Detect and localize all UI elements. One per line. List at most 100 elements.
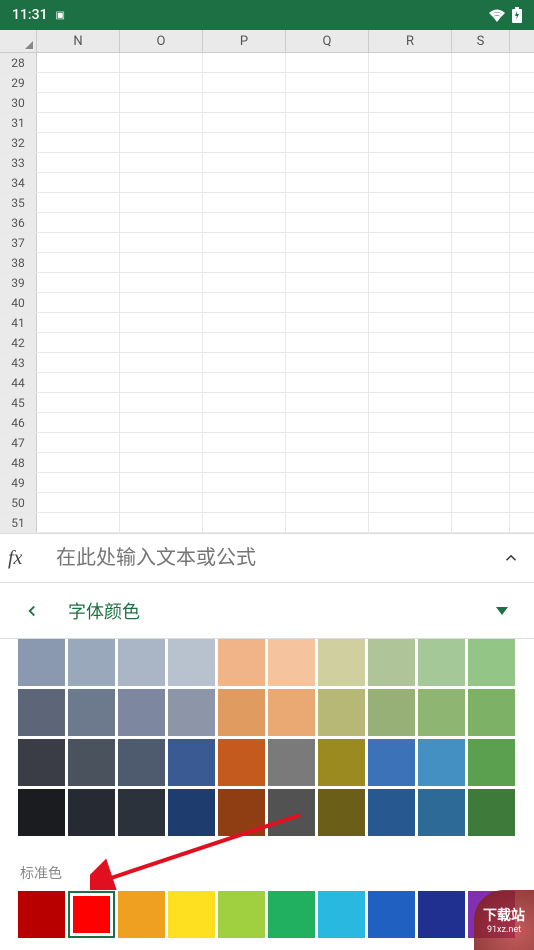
cell[interactable]: [286, 493, 369, 512]
cell[interactable]: [286, 413, 369, 432]
color-swatch[interactable]: [468, 789, 515, 836]
col-header-r[interactable]: R: [369, 30, 452, 52]
standard-color-swatch[interactable]: [218, 891, 265, 938]
cell[interactable]: [120, 93, 203, 112]
cell[interactable]: [369, 273, 452, 292]
cell[interactable]: [369, 73, 452, 92]
cell[interactable]: [286, 373, 369, 392]
cell[interactable]: [369, 253, 452, 272]
color-swatch[interactable]: [318, 639, 365, 686]
row-header[interactable]: 32: [0, 133, 37, 152]
color-swatch[interactable]: [268, 789, 315, 836]
standard-color-swatch[interactable]: [168, 891, 215, 938]
cell[interactable]: [120, 333, 203, 352]
col-header-o[interactable]: O: [120, 30, 203, 52]
row-header[interactable]: 49: [0, 473, 37, 492]
cell[interactable]: [37, 193, 120, 212]
standard-color-swatch[interactable]: [68, 891, 115, 938]
row-header[interactable]: 36: [0, 213, 37, 232]
color-swatch[interactable]: [168, 739, 215, 786]
cell[interactable]: [369, 93, 452, 112]
cell[interactable]: [203, 113, 286, 132]
cell[interactable]: [120, 233, 203, 252]
color-swatch[interactable]: [168, 789, 215, 836]
cell[interactable]: [203, 353, 286, 372]
row-header[interactable]: 33: [0, 153, 37, 172]
cell[interactable]: [203, 413, 286, 432]
cell[interactable]: [286, 113, 369, 132]
row-header[interactable]: 45: [0, 393, 37, 412]
row-header[interactable]: 30: [0, 93, 37, 112]
cell[interactable]: [203, 253, 286, 272]
row-header[interactable]: 38: [0, 253, 37, 272]
color-swatch[interactable]: [118, 739, 165, 786]
cell[interactable]: [120, 433, 203, 452]
cell[interactable]: [37, 93, 120, 112]
cell[interactable]: [37, 393, 120, 412]
color-swatch[interactable]: [218, 739, 265, 786]
color-swatch[interactable]: [368, 639, 415, 686]
cell[interactable]: [369, 473, 452, 492]
cell[interactable]: [452, 133, 510, 152]
cell[interactable]: [286, 213, 369, 232]
cell[interactable]: [369, 333, 452, 352]
color-swatch[interactable]: [18, 689, 65, 736]
cell[interactable]: [203, 273, 286, 292]
color-swatch[interactable]: [418, 639, 465, 686]
cell[interactable]: [37, 453, 120, 472]
cell[interactable]: [37, 213, 120, 232]
cell[interactable]: [37, 173, 120, 192]
row-header[interactable]: 46: [0, 413, 37, 432]
cell[interactable]: [286, 233, 369, 252]
cell[interactable]: [203, 153, 286, 172]
cell[interactable]: [286, 153, 369, 172]
cell[interactable]: [120, 313, 203, 332]
cell[interactable]: [37, 133, 120, 152]
cell[interactable]: [286, 193, 369, 212]
cell[interactable]: [37, 353, 120, 372]
cell[interactable]: [37, 273, 120, 292]
cell[interactable]: [37, 513, 120, 532]
cell[interactable]: [369, 53, 452, 72]
color-swatch[interactable]: [268, 689, 315, 736]
color-swatch[interactable]: [418, 689, 465, 736]
color-swatch[interactable]: [68, 789, 115, 836]
cell[interactable]: [203, 333, 286, 352]
cell[interactable]: [452, 113, 510, 132]
cell[interactable]: [37, 333, 120, 352]
spreadsheet-area[interactable]: N O P Q R S 2829303132333435363738394041…: [0, 30, 534, 533]
cell[interactable]: [369, 433, 452, 452]
color-swatch[interactable]: [268, 739, 315, 786]
cell[interactable]: [369, 113, 452, 132]
col-header-p[interactable]: P: [203, 30, 286, 52]
cell[interactable]: [452, 233, 510, 252]
cell[interactable]: [452, 313, 510, 332]
cell[interactable]: [37, 233, 120, 252]
cell[interactable]: [120, 53, 203, 72]
row-header[interactable]: 51: [0, 513, 37, 532]
cell[interactable]: [120, 113, 203, 132]
cell[interactable]: [286, 273, 369, 292]
cell[interactable]: [37, 293, 120, 312]
color-swatch[interactable]: [118, 789, 165, 836]
cell[interactable]: [286, 433, 369, 452]
row-header[interactable]: 41: [0, 313, 37, 332]
cell[interactable]: [120, 253, 203, 272]
cell[interactable]: [37, 113, 120, 132]
cell[interactable]: [203, 73, 286, 92]
cell[interactable]: [203, 213, 286, 232]
row-header[interactable]: 31: [0, 113, 37, 132]
cell[interactable]: [452, 73, 510, 92]
cell[interactable]: [452, 353, 510, 372]
cell[interactable]: [203, 173, 286, 192]
cell[interactable]: [452, 273, 510, 292]
color-swatch[interactable]: [368, 689, 415, 736]
col-header-s[interactable]: S: [452, 30, 510, 52]
cell[interactable]: [37, 53, 120, 72]
cell[interactable]: [286, 473, 369, 492]
row-header[interactable]: 43: [0, 353, 37, 372]
color-swatch[interactable]: [168, 689, 215, 736]
color-swatch[interactable]: [268, 639, 315, 686]
cell[interactable]: [37, 73, 120, 92]
cell[interactable]: [452, 53, 510, 72]
